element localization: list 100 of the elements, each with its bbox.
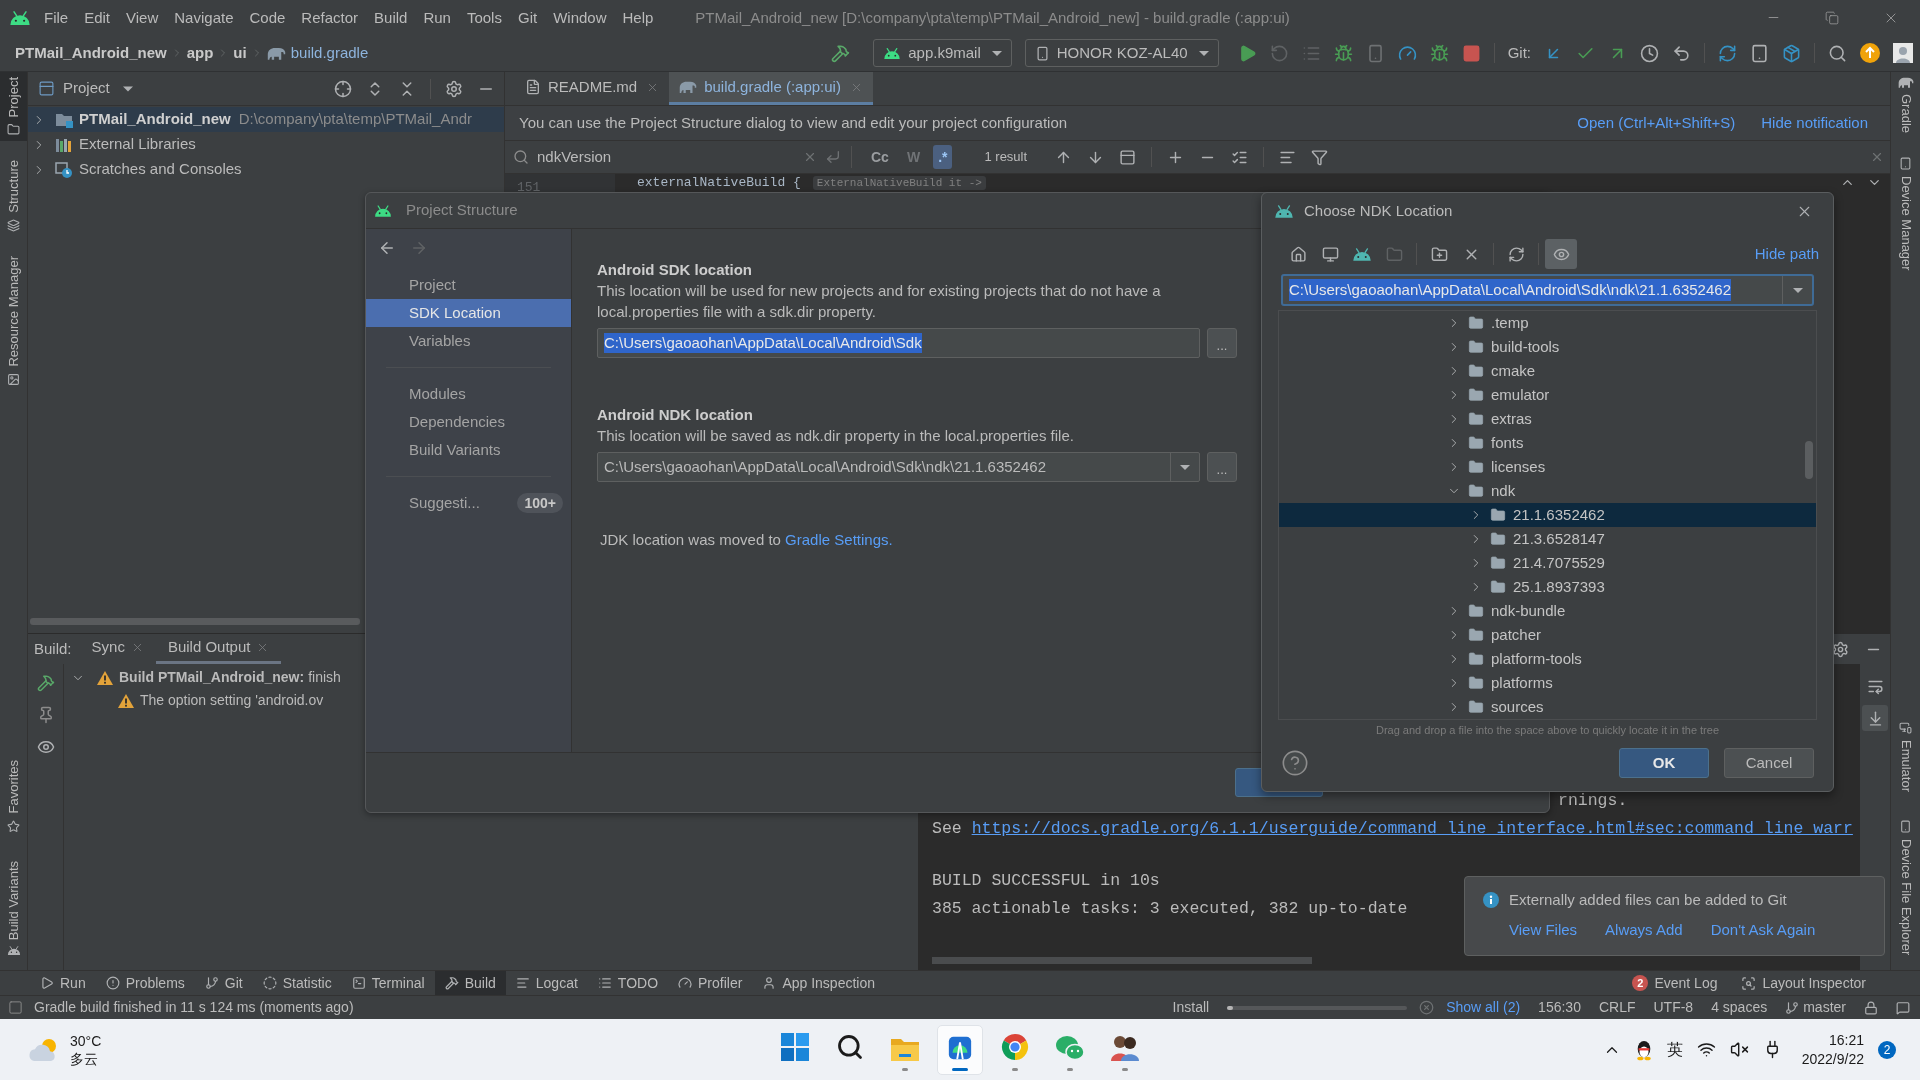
notification-link[interactable]: Hide notification bbox=[1761, 111, 1868, 135]
nav-item[interactable]: Modules bbox=[366, 380, 571, 408]
status-item[interactable]: UTF-8 bbox=[1653, 997, 1694, 1018]
tool-tab[interactable]: Problems bbox=[95, 971, 195, 995]
console-link[interactable]: https://docs.gradle.org/6.1.1/userguide/command_line_interface.html#sec:command_line_warr bbox=[971, 819, 1853, 838]
panel-tab[interactable]: Sync bbox=[79, 634, 156, 664]
notification-link[interactable]: Open (Ctrl+Alt+Shift+S) bbox=[1577, 111, 1736, 135]
show-all-link[interactable]: Show all (2) bbox=[1446, 997, 1521, 1018]
tool-tab[interactable]: Profiler bbox=[668, 971, 753, 995]
breadcrumb-item[interactable]: ui bbox=[233, 43, 247, 63]
rerun-icon[interactable] bbox=[1269, 43, 1289, 63]
folder-tree-item[interactable]: ndk-bundle bbox=[1279, 599, 1816, 623]
search-option[interactable]: .* bbox=[933, 145, 953, 169]
tool-window-tab[interactable]: Device File Explorer bbox=[1891, 814, 1920, 960]
penguin-icon[interactable] bbox=[1634, 1038, 1653, 1061]
bug-icon[interactable] bbox=[1429, 43, 1449, 63]
tool-window-tab[interactable]: Gradle bbox=[1891, 72, 1920, 139]
menu-item[interactable]: Refactor bbox=[293, 7, 367, 28]
folder-tree-item[interactable]: sources bbox=[1279, 695, 1816, 719]
tool-window-tab[interactable]: Project bbox=[0, 72, 27, 142]
eye-icon[interactable] bbox=[36, 738, 55, 756]
browse-button[interactable]: ... bbox=[1207, 452, 1237, 482]
tool-tab[interactable]: Logcat bbox=[505, 971, 588, 995]
notifications-icon[interactable] bbox=[1896, 1000, 1910, 1015]
folder-tree-item[interactable]: 21.4.7075529 bbox=[1279, 551, 1816, 575]
tree-item[interactable]: Scratches and Consoles bbox=[28, 157, 504, 182]
tree-item[interactable]: PTMail_Android_new D:\company\pta\temp\PTMail_Andr bbox=[28, 107, 504, 132]
search-option[interactable]: Cc bbox=[866, 145, 894, 169]
settings-icon[interactable] bbox=[1832, 640, 1849, 658]
nav-item[interactable]: Project bbox=[366, 271, 571, 299]
menu-item[interactable]: File bbox=[36, 7, 77, 28]
notification-badge[interactable]: 2 bbox=[1878, 1040, 1896, 1059]
build-node[interactable]: Build PTMail_Android_new: finish bbox=[119, 667, 341, 688]
folder-tree-item[interactable]: cmake bbox=[1279, 359, 1816, 383]
folder-tree-item[interactable]: platform-tools bbox=[1279, 647, 1816, 671]
ok-button[interactable]: OK bbox=[1619, 748, 1709, 778]
crosshair-icon[interactable] bbox=[334, 79, 352, 98]
help-icon[interactable] bbox=[1281, 749, 1309, 777]
status-item[interactable]: 4 spaces bbox=[1711, 997, 1768, 1018]
panel-title[interactable]: Project bbox=[63, 77, 110, 100]
nav-item[interactable]: Build Variants bbox=[366, 436, 571, 464]
path-field[interactable]: C:\Users\gaoaohan\AppData\Local\Android\Sdk bbox=[597, 328, 1200, 358]
tree-item[interactable]: External Libraries bbox=[28, 132, 504, 157]
tool-tab[interactable]: Statistic bbox=[252, 971, 342, 995]
folder-tree-item[interactable]: 25.1.8937393 bbox=[1279, 575, 1816, 599]
device-dropdown[interactable]: HONOR KOZ-AL40 bbox=[1024, 39, 1219, 67]
nav-item[interactable]: SDK Location bbox=[366, 299, 571, 327]
editor-tab[interactable]: README.md bbox=[515, 72, 670, 105]
tool-window-tab[interactable]: Resource Manager bbox=[0, 251, 27, 391]
panel-tab[interactable]: Build Output bbox=[155, 634, 282, 664]
status-item[interactable]: 156:30 bbox=[1538, 997, 1581, 1018]
menu-item[interactable]: Build bbox=[366, 7, 416, 28]
menu-item[interactable]: Tools bbox=[458, 7, 510, 28]
breadcrumb-item[interactable]: build.gradle bbox=[290, 43, 369, 63]
folder-tree-item[interactable]: fonts bbox=[1279, 431, 1816, 455]
newline-icon[interactable] bbox=[825, 149, 841, 165]
nav-item[interactable]: Variables bbox=[366, 327, 571, 355]
clear-icon[interactable] bbox=[803, 150, 817, 164]
tablet-icon[interactable] bbox=[1750, 43, 1769, 63]
search-icon[interactable] bbox=[1828, 43, 1847, 63]
balloon-link[interactable]: Don't Ask Again bbox=[1710, 918, 1816, 941]
tool-tab[interactable]: Build bbox=[434, 971, 506, 995]
breadcrumb-item[interactable]: PTMail_Android_new bbox=[15, 43, 167, 63]
lock-icon[interactable] bbox=[1864, 1000, 1878, 1015]
bug-icon[interactable] bbox=[1333, 43, 1353, 63]
browse-button[interactable]: ... bbox=[1207, 328, 1237, 358]
folder-tree-item[interactable]: 21.3.6528147 bbox=[1279, 527, 1816, 551]
hammer-icon[interactable] bbox=[36, 674, 55, 692]
menu-item[interactable]: Run bbox=[415, 7, 459, 28]
tool-window-tab[interactable]: Favorites bbox=[0, 755, 27, 838]
editor-tab[interactable]: build.gradle (:app:ui) bbox=[669, 72, 873, 105]
breadcrumb-item[interactable]: app bbox=[186, 43, 214, 63]
gradle-settings-link[interactable]: Gradle Settings. bbox=[785, 531, 893, 548]
wifi-icon[interactable] bbox=[1696, 1040, 1716, 1059]
folder-tree-item[interactable]: patcher bbox=[1279, 623, 1816, 647]
window-icon[interactable] bbox=[1119, 148, 1137, 166]
package-icon[interactable] bbox=[1782, 43, 1801, 63]
volume-muted-icon[interactable] bbox=[1729, 1040, 1749, 1059]
close-icon[interactable] bbox=[1870, 150, 1884, 164]
folder-tree-item[interactable]: emulator bbox=[1279, 383, 1816, 407]
hide-path-link[interactable]: Hide path bbox=[1754, 242, 1819, 266]
settings-icon[interactable] bbox=[445, 79, 463, 98]
path-combo-box[interactable]: C:\Users\gaoaohan\AppData\Local\Android\Sdk\ndk\21.1.6352462 bbox=[1281, 274, 1814, 306]
search-field[interactable]: ndkVersion bbox=[505, 141, 825, 173]
arrow-up-circle-icon[interactable] bbox=[1860, 43, 1880, 63]
sync-icon[interactable] bbox=[1718, 43, 1737, 63]
menu-item[interactable]: View bbox=[118, 7, 167, 28]
folder-tree-item[interactable]: build-tools bbox=[1279, 335, 1816, 359]
tool-window-tab[interactable]: Structure bbox=[0, 155, 27, 238]
undo-icon[interactable] bbox=[1672, 43, 1691, 63]
path-combo-box[interactable]: C:\Users\gaoaohan\AppData\Local\Android\Sdk\ndk\21.1.6352462 bbox=[597, 452, 1200, 482]
balloon-link[interactable]: View Files bbox=[1509, 918, 1578, 941]
folder-tree-item[interactable]: licenses bbox=[1279, 455, 1816, 479]
tool-tab[interactable]: Layout Inspector bbox=[1741, 972, 1866, 994]
menu-item[interactable]: Navigate bbox=[166, 7, 242, 28]
tool-tab[interactable]: App Inspection bbox=[752, 971, 885, 995]
menu-item[interactable]: Window bbox=[545, 7, 615, 28]
tool-tab[interactable]: Git bbox=[194, 971, 253, 995]
toolbar-button[interactable] bbox=[1545, 239, 1577, 269]
folder-tree-item[interactable]: .temp bbox=[1279, 311, 1816, 335]
